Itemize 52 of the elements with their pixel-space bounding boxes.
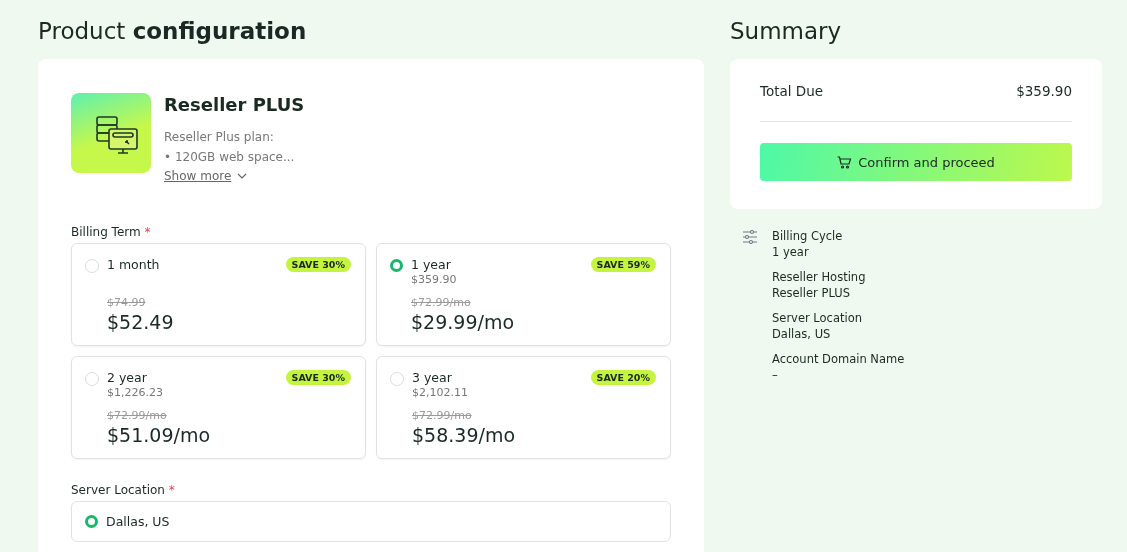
old-price: $72.99/mo	[411, 296, 472, 309]
product-description: • 120GB web space...	[164, 149, 295, 166]
field-label: Server Location	[71, 483, 165, 497]
term-total: $359.90	[411, 272, 458, 288]
price: $52.49	[107, 311, 175, 333]
price: $58.39/mo	[412, 424, 516, 446]
save-badge: SAVE 30%	[285, 257, 351, 272]
product-name: Reseller PLUS	[164, 94, 305, 115]
detail-label: Account Domain Name	[772, 351, 905, 367]
detail-value: 1 year	[772, 244, 810, 260]
term-label: 1 year	[411, 257, 452, 272]
required-mark: *	[168, 483, 175, 497]
term-total: $2,102.11	[412, 385, 469, 401]
radio-button[interactable]	[85, 515, 98, 528]
old-price: $74.99	[107, 296, 147, 309]
location-option[interactable]: Dallas, US	[71, 501, 671, 542]
summary-title: Summary	[730, 17, 843, 46]
radio-button[interactable]	[390, 259, 403, 272]
confirm-button[interactable]: Confirm and proceed	[760, 143, 1072, 181]
detail-value: –	[772, 367, 779, 383]
billing-option[interactable]: 3 year $2,102.11 $72.99/mo $58.39/mo SAVE 20%	[376, 356, 671, 459]
old-price: $72.99/mo	[412, 409, 473, 422]
detail-value: Reseller PLUS	[772, 285, 851, 301]
show-more-link[interactable]: Show more	[164, 167, 248, 185]
total-label: Total Due	[760, 83, 824, 99]
field-label: Billing Term	[71, 225, 141, 239]
detail-value: Dallas, US	[772, 326, 832, 342]
save-badge: SAVE 59%	[590, 257, 656, 272]
server-illustration-icon	[71, 93, 151, 173]
detail-label: Reseller Hosting	[772, 269, 867, 285]
billing-option[interactable]: 1 month $74.99 $52.49 SAVE 30%	[71, 243, 366, 346]
location-name: Dallas, US	[106, 514, 170, 529]
billing-option[interactable]: 2 year $1,226.23 $72.99/mo $51.09/mo SAVE 30%	[71, 356, 366, 459]
save-badge: SAVE 20%	[590, 370, 656, 385]
product-description: Reseller Plus plan:	[164, 129, 274, 146]
page-title: Product configuration	[38, 17, 308, 46]
required-mark: *	[144, 225, 151, 239]
settings-icon	[742, 230, 758, 244]
term-label: 3 year	[412, 370, 453, 385]
chevron-down-icon	[237, 173, 248, 179]
save-badge: SAVE 30%	[285, 370, 351, 385]
term-label: 1 month	[107, 257, 161, 272]
total-amount: $359.90	[1016, 83, 1072, 99]
price: $29.99/mo	[411, 311, 515, 333]
cart-icon	[837, 155, 853, 169]
term-label: 2 year	[107, 370, 148, 385]
term-total: $1,226.23	[107, 385, 164, 401]
detail-label: Billing Cycle	[772, 228, 844, 244]
old-price: $72.99/mo	[107, 409, 168, 422]
detail-label: Server Location	[772, 310, 863, 326]
billing-option[interactable]: 1 year $359.90 $72.99/mo $29.99/mo SAVE 59%	[376, 243, 671, 346]
price: $51.09/mo	[107, 424, 211, 446]
